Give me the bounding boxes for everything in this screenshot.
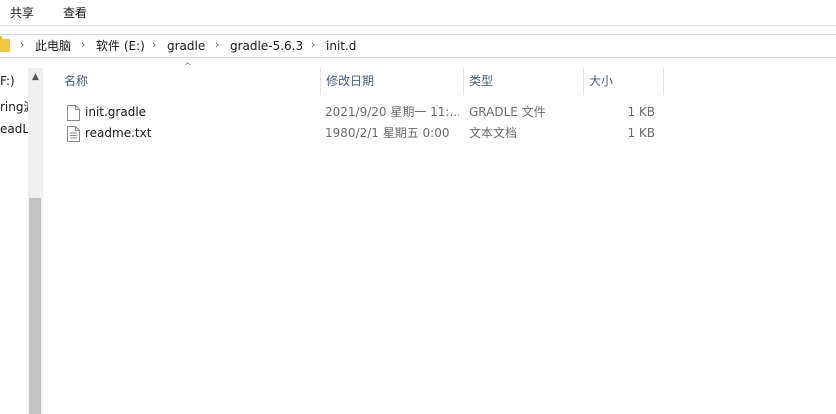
chevron-right-icon[interactable]: ›: [152, 38, 156, 51]
column-divider[interactable]: [663, 68, 664, 95]
folder-icon: [0, 36, 10, 52]
column-modified[interactable]: 修改日期: [320, 68, 463, 95]
chevron-right-icon[interactable]: ›: [311, 38, 315, 51]
file-modified: 1980/2/1 星期五 0:00: [325, 126, 450, 140]
tab-share[interactable]: 共享: [10, 4, 34, 22]
breadcrumb-drive-e[interactable]: 软件 (E:): [96, 38, 145, 54]
breadcrumb-gradle[interactable]: gradle: [167, 38, 205, 54]
file-size: 1 KB: [627, 105, 655, 119]
nav-item-folder[interactable]: eadL: [0, 122, 29, 136]
file-icon: [67, 105, 80, 121]
file-modified: 2021/9/20 星期一 11:...: [325, 105, 459, 119]
column-name[interactable]: 名称: [58, 68, 320, 95]
scrollbar-thumb[interactable]: [29, 198, 41, 414]
chevron-right-icon[interactable]: ›: [20, 38, 24, 51]
column-size[interactable]: 大小: [583, 68, 663, 95]
file-type: GRADLE 文件: [469, 105, 546, 119]
file-name[interactable]: readme.txt: [85, 123, 315, 144]
breadcrumb-init-d[interactable]: init.d: [326, 38, 356, 54]
breadcrumb-this-pc[interactable]: 此电脑: [35, 38, 71, 54]
file-name[interactable]: init.gradle: [85, 102, 315, 123]
file-row[interactable]: readme.txt 1980/2/1 星期五 0:00 文本文档 1 KB: [58, 123, 664, 144]
column-type[interactable]: 类型: [463, 68, 583, 95]
address-bar[interactable]: › 此电脑 › 软件 (E:) › gradle › gradle-5.6.3 …: [0, 34, 836, 58]
file-size: 1 KB: [627, 126, 655, 140]
text-file-icon: [67, 126, 80, 142]
ribbon-tabs: 共享 查看: [0, 0, 836, 26]
column-header: ^ 名称 修改日期 类型 大小: [58, 62, 664, 95]
nav-item-drive[interactable]: F:): [0, 74, 15, 88]
file-type: 文本文档: [469, 126, 518, 140]
tab-view[interactable]: 查看: [63, 4, 87, 22]
scroll-up-icon[interactable]: ▲: [28, 70, 43, 84]
breadcrumb-gradle-version[interactable]: gradle-5.6.3: [230, 38, 303, 54]
nav-scrollbar[interactable]: ▲: [28, 68, 43, 414]
file-row[interactable]: init.gradle 2021/9/20 星期一 11:... GRADLE …: [58, 102, 664, 123]
chevron-right-icon[interactable]: ›: [215, 38, 219, 51]
chevron-right-icon[interactable]: ›: [81, 38, 85, 51]
navigation-pane: F:) ring源 eadL ▲: [0, 68, 44, 414]
